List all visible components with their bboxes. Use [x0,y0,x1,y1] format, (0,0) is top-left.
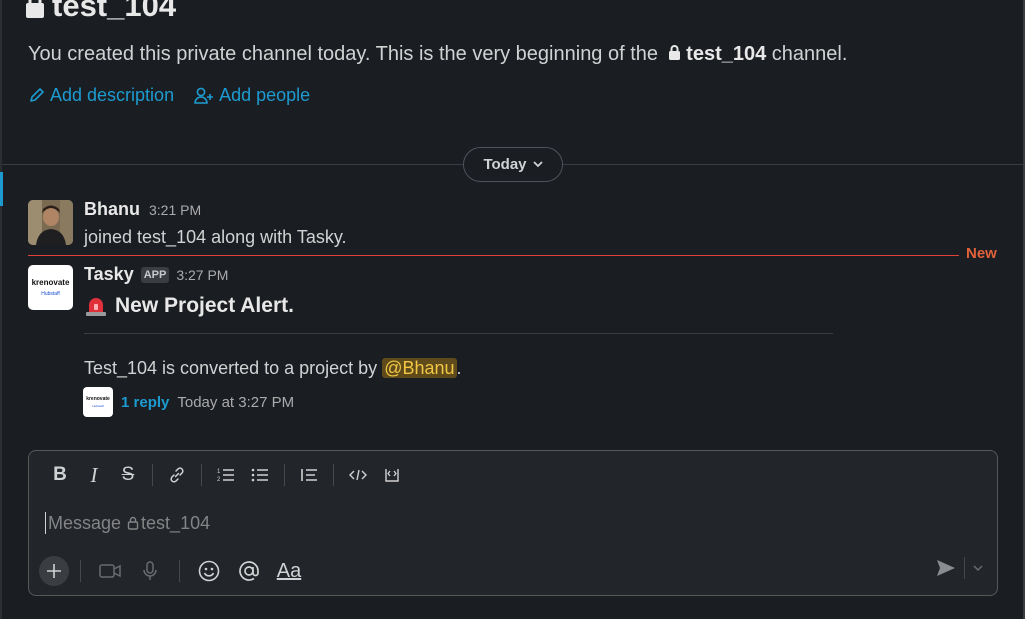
add-people-label: Add people [219,85,311,105]
add-people-link[interactable]: Add people [194,85,310,106]
add-person-icon [194,87,214,104]
blockquote-button[interactable] [292,461,326,489]
blockquote-icon [301,469,317,481]
siren-icon [86,298,106,316]
placeholder-prefix: Message [48,512,122,533]
channel-actions: Add description Add people [28,85,310,106]
day-label: Today [483,156,527,173]
chevron-down-icon [532,161,543,168]
author-name[interactable]: Tasky [84,264,134,285]
message-timestamp[interactable]: 3:27 PM [176,267,228,283]
app-badge: APP [140,266,170,283]
video-camera-icon [99,564,121,578]
new-messages-label: New [966,245,997,262]
user-photo-icon [28,200,73,245]
toolbar-separator [333,464,334,486]
user-mention[interactable]: @Bhanu [382,358,457,378]
composer-actions: Aa [39,555,307,587]
toolbar-separator [284,464,285,486]
new-messages-divider [28,255,959,256]
channel-title-text: test_104 [52,0,177,23]
audio-clip-button[interactable] [132,556,168,586]
pencil-icon [30,88,44,102]
video-clip-button[interactable] [92,556,128,586]
code-block-icon [385,469,399,482]
unread-marker [0,172,3,206]
mention-button[interactable] [231,556,267,586]
alert-title: New Project Alert. [84,294,294,318]
bot-avatar[interactable]: krenovate Hubstaff [28,265,73,310]
thread-summary[interactable]: krenovate Hubstaff 1 reply Today at 3:27… [83,387,294,417]
send-controls [936,557,983,579]
bot-logo-text: krenovate [31,278,70,287]
message-text: joined test_104 along with Tasky. [84,227,347,247]
toolbar-separator [179,560,180,582]
author-name[interactable]: Bhanu [84,199,140,220]
bulleted-list-button[interactable] [243,461,277,489]
message-text: Test_104 is converted to a project by @B… [84,358,462,379]
code-block-button[interactable] [375,461,409,489]
italic-button[interactable]: I [77,461,111,489]
send-separator [964,557,965,579]
message-header: Tasky APP 3:27 PM [84,264,228,285]
toolbar-separator [152,464,153,486]
code-icon [349,469,367,481]
thread-avatar-logo-text: krenovate [86,396,110,402]
svg-text:1: 1 [217,469,221,475]
microphone-icon [143,561,157,580]
day-jump-button[interactable]: Today [463,147,563,182]
channel-intro: You created this private channel today. … [28,43,847,66]
formatting-toggle-button[interactable]: Aa [271,556,307,586]
placeholder-channel: test_104 [141,512,211,533]
intro-suffix: channel. [771,43,848,65]
lock-icon [26,0,44,18]
attach-button[interactable] [39,556,69,586]
text-cursor [45,512,46,534]
add-description-label: Add description [50,85,175,105]
thread-reply-avatar: krenovate Hubstaff [83,387,113,417]
add-description-link[interactable]: Add description [28,85,174,106]
avatar[interactable] [28,200,73,245]
message-body-suffix: . [456,358,462,378]
channel-title: test_104 [24,0,176,24]
reply-count-link[interactable]: 1 reply [121,394,169,411]
strikethrough-button[interactable]: S [111,461,145,489]
code-button[interactable] [341,461,375,489]
message-body-prefix: Test_104 is converted to a project by [84,358,378,378]
bulleted-list-icon [251,468,268,482]
bold-button[interactable]: B [43,461,77,489]
emoji-button[interactable] [191,556,227,586]
link-icon [170,467,184,483]
formatting-toolbar: B I S 1 2 [43,461,409,489]
lock-icon [127,516,139,530]
toolbar-separator [201,464,202,486]
svg-text:2: 2 [217,477,221,483]
alert-title-text: New Project Alert. [115,294,294,317]
link-button[interactable] [160,461,194,489]
alert-divider [84,333,833,334]
chevron-down-icon[interactable] [973,564,983,572]
send-icon[interactable] [936,559,956,577]
ordered-list-button[interactable]: 1 2 [209,461,243,489]
plus-icon [47,564,61,578]
bot-logo-subtext: Hubstaff [41,291,60,297]
formatting-toggle-label: Aa [276,559,302,582]
intro-prefix: You created this private channel today. … [28,43,659,65]
ordered-list-icon: 1 2 [217,469,234,483]
last-reply-time: Today at 3:27 PM [177,393,295,411]
message-input[interactable]: Message test_104 [45,512,210,534]
intro-channel-name[interactable]: test_104 [686,43,766,65]
smiley-icon [198,560,220,582]
at-sign-icon [239,561,259,581]
message-timestamp[interactable]: 3:21 PM [149,202,201,218]
left-border [0,0,2,619]
message-composer: B I S 1 2 Message test_104 Aa [28,450,998,596]
lock-icon [668,45,680,60]
thread-avatar-logo-subtext: Hubstaff [92,404,104,408]
toolbar-separator [80,560,81,582]
message-header: Bhanu 3:21 PM [84,199,201,220]
